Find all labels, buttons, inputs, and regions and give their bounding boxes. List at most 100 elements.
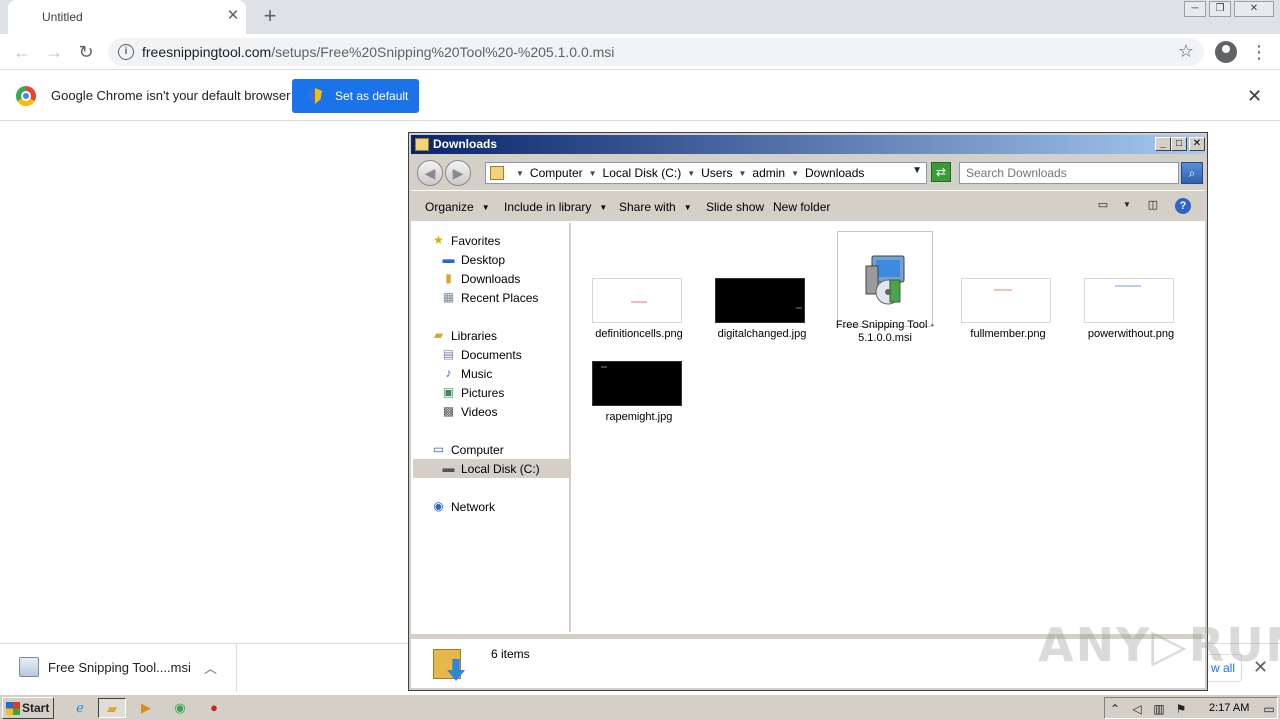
explorer-taskbar-icon[interactable]: ▰	[98, 698, 126, 718]
preview-pane-icon[interactable]: ◫	[1145, 198, 1161, 212]
nav-item-music[interactable]: ♪ Music	[413, 364, 570, 383]
infobar-message: Google Chrome isn't your default browser	[51, 88, 291, 103]
thumbnail-mark	[1115, 285, 1141, 287]
nav-label: Libraries	[451, 329, 498, 343]
url-path: /setups/Free%20Snipping%20Tool%20-%205.1…	[271, 44, 615, 60]
image-thumbnail	[592, 361, 682, 406]
desktop-icon: ▬	[442, 252, 455, 266]
nav-item-downloads[interactable]: ▮ Downloads	[413, 269, 570, 288]
nav-item-pictures[interactable]: ▣ Pictures	[413, 383, 570, 402]
explorer-address-row: ◀ ▶ ▼ Computer ▼ Local Disk (C:) ▼ Users ▼ admi…	[411, 156, 1205, 188]
msi-installer-icon	[865, 255, 905, 305]
nav-item-libraries[interactable]: ▰ Libraries	[413, 326, 570, 345]
clock[interactable]: 2:17 AM	[1209, 702, 1249, 714]
breadcrumb-users[interactable]: Users	[701, 166, 732, 180]
help-icon[interactable]: ?	[1175, 198, 1191, 214]
infobar-close-icon[interactable]: ✕	[1247, 86, 1262, 107]
explorer-titlebar[interactable]: Downloads _ □ ✕	[411, 135, 1205, 154]
breadcrumb-computer[interactable]: Computer	[530, 166, 583, 180]
chrome-tabstrip: Untitled ✕ + ─ ❐ ✕	[0, 0, 1280, 34]
back-icon[interactable]: ←	[10, 40, 34, 64]
refresh-icon[interactable]: ⇄	[931, 162, 951, 182]
antivirus-icon[interactable]: ●	[200, 698, 228, 718]
explorer-close-icon[interactable]: ✕	[1189, 137, 1205, 151]
media-player-icon[interactable]: ▶	[132, 698, 160, 718]
action-center-flag-icon[interactable]: ⚑	[1173, 701, 1189, 717]
explorer-address-bar[interactable]: ▼ Computer ▼ Local Disk (C:) ▼ Users ▼ admin ▼ Do…	[485, 162, 927, 184]
explorer-back-icon[interactable]: ◀	[417, 160, 443, 186]
windows-taskbar: Start ℯ ▰ ▶ ◉ ● ⌃ ◁ ▥ ⚑ 2:17 AM ▭	[0, 694, 1280, 720]
nav-label: Favorites	[451, 234, 501, 248]
nav-item-network[interactable]: ◉ Network	[413, 497, 570, 516]
show-hidden-icons-icon[interactable]: ⌃	[1107, 701, 1123, 717]
download-item[interactable]: Free Snipping Tool....msi ︿	[0, 644, 237, 692]
explorer-maximize-icon[interactable]: □	[1171, 137, 1187, 151]
site-info-icon[interactable]: i	[118, 44, 134, 60]
nav-item-computer[interactable]: ▭ Computer	[413, 440, 570, 459]
chrome-taskbar-icon[interactable]: ◉	[166, 698, 194, 718]
close-window-icon[interactable]: ✕	[1234, 1, 1274, 17]
chrome-menu-icon[interactable]: ⋮	[1250, 40, 1268, 64]
nav-item-videos[interactable]: ▩ Videos	[413, 402, 570, 421]
file-item[interactable]: powerwithout.png	[1077, 223, 1185, 343]
reload-icon[interactable]: ↻	[74, 40, 98, 64]
chevron-up-icon[interactable]: ︿	[204, 658, 217, 677]
tab-title: Untitled	[42, 10, 83, 24]
explorer-window: Downloads _ □ ✕ ◀ ▶ ▼ Computer ▼ Local Disk…	[408, 132, 1208, 691]
forward-icon[interactable]: →	[42, 40, 66, 64]
file-item[interactable]: digitalchanged.jpg	[708, 223, 816, 343]
libraries-icon: ▰	[433, 328, 444, 342]
file-item[interactable]: rapemight.jpg	[585, 353, 693, 423]
set-as-default-button[interactable]: Set as default	[292, 79, 419, 113]
share-with-button[interactable]: Share with ▼	[619, 200, 692, 214]
new-folder-button[interactable]: New folder	[773, 200, 830, 214]
tab-close-icon[interactable]: ✕	[224, 7, 242, 25]
file-item[interactable]: definitioncells.png	[585, 223, 693, 343]
tab-untitled[interactable]: Untitled ✕	[8, 0, 246, 34]
explorer-minimize-icon[interactable]: _	[1155, 137, 1171, 151]
nav-item-recent-places[interactable]: ▦ Recent Places	[413, 288, 570, 307]
slide-show-button[interactable]: Slide show	[706, 200, 764, 214]
start-button[interactable]: Start	[2, 697, 54, 719]
start-label: Start	[22, 701, 50, 715]
include-in-library-button[interactable]: Include in library ▼	[504, 200, 607, 214]
network-tray-icon[interactable]: ▥	[1151, 701, 1167, 717]
profile-avatar-icon[interactable]	[1215, 41, 1237, 63]
minimize-icon[interactable]: ─	[1184, 1, 1206, 17]
bookmark-star-icon[interactable]: ☆	[1178, 41, 1194, 62]
nav-item-documents[interactable]: ▤ Documents	[413, 345, 570, 364]
show-desktop-icon[interactable]: ▭	[1261, 701, 1277, 717]
downloads-icon: ▮	[445, 271, 452, 285]
chrome-logo-icon	[16, 86, 36, 106]
breadcrumb-local-disk[interactable]: Local Disk (C:)	[603, 166, 682, 180]
downloads-folder-icon	[490, 166, 504, 180]
breadcrumb-downloads[interactable]: Downloads	[805, 166, 864, 180]
image-thumbnail	[961, 278, 1051, 323]
nav-item-favorites[interactable]: ★ Favorites	[413, 231, 570, 250]
organize-button[interactable]: Organize ▼	[425, 200, 490, 214]
nav-item-desktop[interactable]: ▬ Desktop	[413, 250, 570, 269]
restore-icon[interactable]: ❐	[1209, 1, 1231, 17]
volume-icon[interactable]: ◁	[1129, 701, 1145, 717]
explorer-search-input[interactable]	[960, 163, 1178, 183]
file-item[interactable]: fullmember.png	[954, 223, 1062, 343]
hard-disk-icon: ▬	[442, 461, 455, 475]
address-bar[interactable]: i freesnippingtool.com/setups/Free%20Sni…	[108, 38, 1204, 66]
address-dropdown-icon[interactable]: ▼	[912, 165, 922, 176]
explorer-title: Downloads	[433, 137, 498, 151]
documents-icon: ▤	[442, 347, 455, 361]
file-item[interactable]: Free Snipping Tool - 5.1.0.0.msi	[831, 223, 939, 348]
explorer-body: ★ Favorites ▬ Desktop ▮ Downloads ▦ Recent P…	[411, 221, 1205, 634]
search-icon[interactable]: ⌕	[1181, 162, 1203, 184]
new-tab-icon[interactable]: +	[258, 4, 282, 28]
explorer-forward-icon[interactable]: ▶	[445, 160, 471, 186]
thumbnail-mark	[631, 301, 647, 303]
breadcrumb-admin[interactable]: admin	[752, 166, 785, 180]
view-dropdown-icon[interactable]: ▼	[1119, 198, 1135, 212]
nav-item-local-disk[interactable]: ▬ Local Disk (C:)	[413, 459, 570, 478]
change-view-icon[interactable]: ▭	[1095, 198, 1111, 212]
default-browser-infobar: Google Chrome isn't your default browser…	[0, 71, 1280, 121]
image-thumbnail	[592, 278, 682, 323]
internet-explorer-icon[interactable]: ℯ	[66, 698, 94, 718]
explorer-search-box[interactable]	[959, 162, 1179, 184]
